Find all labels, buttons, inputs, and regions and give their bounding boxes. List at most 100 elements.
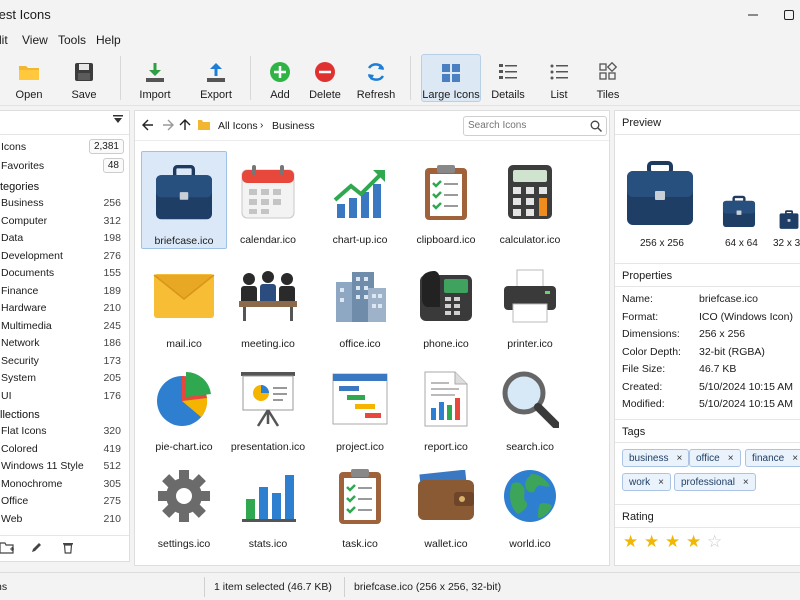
new-folder-icon[interactable] (0, 542, 14, 557)
icon-tile[interactable]: briefcase.ico (141, 151, 227, 249)
icon-tile[interactable]: project.ico (317, 358, 403, 456)
tag-chip[interactable]: finance × (745, 449, 800, 467)
collection-item[interactable]: Web 210 (0, 511, 129, 528)
star-icon[interactable]: ★ (644, 532, 659, 552)
tag-chip[interactable]: business × (622, 449, 690, 467)
category-item[interactable]: Business 256 (0, 195, 129, 212)
icon-tile[interactable]: report.ico (403, 358, 489, 456)
collection-item[interactable]: Colored 419 (0, 441, 129, 458)
search-box[interactable] (463, 116, 607, 136)
save-button[interactable]: Save (64, 54, 104, 102)
view-large-icons-button[interactable]: Large Icons (421, 54, 481, 102)
icon-tile[interactable]: meeting.ico (225, 255, 311, 353)
minimize-button[interactable] (740, 2, 766, 28)
search-input[interactable] (468, 120, 586, 131)
category-item[interactable]: Multimedia 245 (0, 318, 129, 335)
search-icon[interactable] (590, 120, 602, 135)
icon-tile[interactable]: mail.ico (141, 255, 227, 353)
icon-tile[interactable]: clipboard.ico (403, 151, 489, 249)
icon-tile[interactable]: search.ico (487, 358, 573, 456)
tag-chip[interactable]: work × (622, 473, 671, 491)
category-item[interactable]: Data 198 (0, 230, 129, 247)
icon-tile[interactable]: settings.ico (141, 455, 227, 553)
trash-icon[interactable] (62, 542, 74, 557)
category-item[interactable]: System 205 (0, 370, 129, 387)
menu-help[interactable]: Help (96, 33, 121, 47)
collection-item[interactable]: Flat Icons 320 (0, 423, 129, 440)
collection-item[interactable]: Windows 11 Style 512 (0, 458, 129, 475)
collection-item[interactable]: Monochrome 305 (0, 476, 129, 493)
remove-tag-icon[interactable]: × (728, 453, 734, 464)
remove-tag-icon[interactable]: × (676, 453, 682, 464)
menu-tools[interactable]: Tools (58, 33, 86, 47)
star-icon[interactable]: ★ (665, 532, 680, 552)
icon-tile[interactable]: phone.ico (403, 255, 489, 353)
up-arrow-icon[interactable] (179, 119, 191, 134)
property-key: Format: (622, 310, 659, 323)
item-count: 173 (103, 354, 121, 367)
category-item[interactable]: Hardware 210 (0, 300, 129, 317)
folder-icon (17, 60, 41, 84)
breadcrumb-all-icons[interactable]: All Icons (218, 120, 258, 132)
item-label: Network (1, 337, 40, 349)
star-icon[interactable]: ★ (623, 532, 638, 552)
back-arrow-icon[interactable] (142, 119, 154, 134)
export-button[interactable]: Export (195, 54, 237, 102)
item-count: 186 (103, 337, 121, 349)
refresh-button[interactable]: Refresh (356, 54, 396, 102)
tag-chip[interactable]: professional × (674, 473, 756, 491)
icon-tile[interactable]: wallet.ico (403, 455, 489, 553)
collections-heading: llections (0, 409, 40, 421)
add-button[interactable]: Add (264, 54, 296, 102)
forward-arrow-icon[interactable] (162, 119, 174, 134)
icon-tile[interactable]: chart-up.ico (317, 151, 403, 249)
icon-tile[interactable]: world.ico (487, 455, 573, 553)
view-list-button[interactable]: List (544, 54, 574, 102)
maximize-icon (784, 10, 794, 20)
category-item[interactable]: Documents 155 (0, 265, 129, 282)
icon-filename: briefcase.ico (154, 235, 214, 247)
edit-icon[interactable] (30, 542, 42, 557)
briefcase-icon (149, 160, 219, 226)
icon-tile[interactable]: calendar.ico (225, 151, 311, 249)
icon-tile[interactable]: office.ico (317, 255, 403, 353)
icon-tile[interactable]: task.ico (317, 455, 403, 553)
library-favorites[interactable]: Favorites 48 (0, 158, 129, 175)
category-item[interactable]: UI 176 (0, 388, 129, 405)
icon-tile[interactable]: pie-chart.ico (141, 358, 227, 456)
maximize-button[interactable] (776, 2, 800, 28)
category-item[interactable]: Network 186 (0, 335, 129, 352)
icon-tile[interactable]: presentation.ico (225, 358, 311, 456)
delete-button[interactable]: Delete (306, 54, 344, 102)
tag-chip[interactable]: office × (689, 449, 741, 467)
icon-tile[interactable]: stats.ico (225, 455, 311, 553)
tags-header: Tags (615, 419, 800, 443)
category-item[interactable]: Computer 312 (0, 213, 129, 230)
open-button[interactable]: Open (8, 54, 50, 102)
large-icons-icon (439, 61, 463, 84)
star-icon[interactable]: ★ (686, 532, 701, 552)
status-bar: ns 1 item selected (46.7 KB) briefcase.i… (0, 572, 800, 600)
property-value: ICO (Windows Icon) (699, 310, 793, 323)
view-details-button[interactable]: Details (490, 54, 526, 102)
menu-edit[interactable]: lit (0, 33, 8, 47)
category-item[interactable]: Finance 189 (0, 283, 129, 300)
view-tiles-button[interactable]: Tiles (592, 54, 624, 102)
import-button[interactable]: Import (134, 54, 176, 102)
category-item[interactable]: Security 173 (0, 353, 129, 370)
star-icon[interactable]: ☆ (707, 532, 722, 552)
icon-tile[interactable]: printer.ico (487, 255, 573, 353)
icon-tile[interactable]: calculator.ico (487, 151, 573, 249)
category-item[interactable]: Development 276 (0, 248, 129, 265)
collection-item[interactable]: Office 275 (0, 493, 129, 510)
item-count: 189 (103, 284, 121, 297)
remove-tag-icon[interactable]: × (792, 453, 798, 464)
library-all-icons[interactable]: Icons 2,381 (0, 139, 129, 156)
menu-view[interactable]: View (22, 33, 48, 47)
filter-icon[interactable] (113, 115, 123, 128)
remove-tag-icon[interactable]: × (743, 477, 749, 488)
icon-filename: office.ico (339, 338, 381, 350)
breadcrumb-current[interactable]: Business (272, 120, 315, 132)
briefcase-icon (779, 210, 799, 229)
remove-tag-icon[interactable]: × (658, 477, 664, 488)
